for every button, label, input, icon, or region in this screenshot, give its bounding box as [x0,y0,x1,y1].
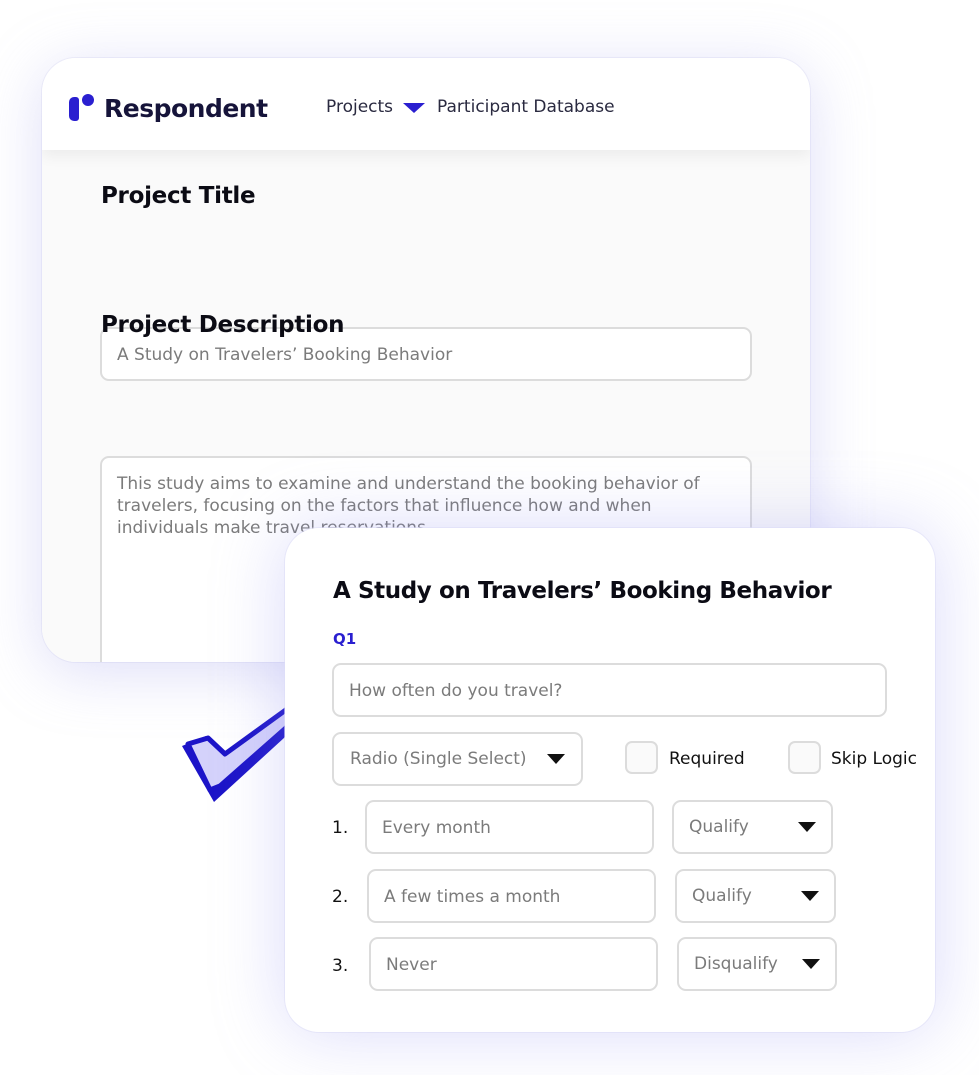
chevron-down-icon [547,754,565,764]
answer-input[interactable]: Every month [365,800,654,854]
chevron-down-icon[interactable] [403,103,426,113]
project-description-label: Project Description [101,312,345,338]
question-number-label: Q1 [333,630,357,648]
nav-participant-database[interactable]: Participant Database [437,97,615,117]
answer-number: 1. [332,818,349,838]
nav-projects[interactable]: Projects [326,97,393,117]
logo-icon [69,94,95,122]
skip-logic-checkbox[interactable] [788,741,821,774]
qualification-select[interactable]: Disqualify [677,937,837,991]
survey-title: A Study on Travelers’ Booking Behavior [333,578,832,604]
brand-logo[interactable]: Respondent [69,94,268,122]
qualification-value: Qualify [692,886,752,906]
chevron-down-icon [798,822,816,832]
question-type-value: Radio (Single Select) [350,749,527,769]
answer-number: 2. [332,887,349,907]
qualification-select[interactable]: Qualify [675,869,836,923]
survey-question-card: A Study on Travelers’ Booking Behavior Q… [285,528,935,1032]
project-title-label: Project Title [101,183,256,209]
answer-input[interactable]: A few times a month [367,869,656,923]
chevron-down-icon [801,891,819,901]
required-label: Required [669,749,745,769]
qualification-value: Disqualify [694,954,778,974]
brand-name: Respondent [104,93,268,123]
answer-number: 3. [332,956,349,976]
chevron-down-icon [802,959,820,969]
required-checkbox[interactable] [625,741,658,774]
qualification-value: Qualify [689,817,749,837]
qualification-select[interactable]: Qualify [672,800,833,854]
top-navigation: Respondent Projects Participant Database [42,58,810,150]
question-type-select[interactable]: Radio (Single Select) [332,732,583,786]
answer-input[interactable]: Never [369,937,658,991]
question-input[interactable]: How often do you travel? [332,663,887,717]
skip-logic-label: Skip Logic [831,749,917,769]
